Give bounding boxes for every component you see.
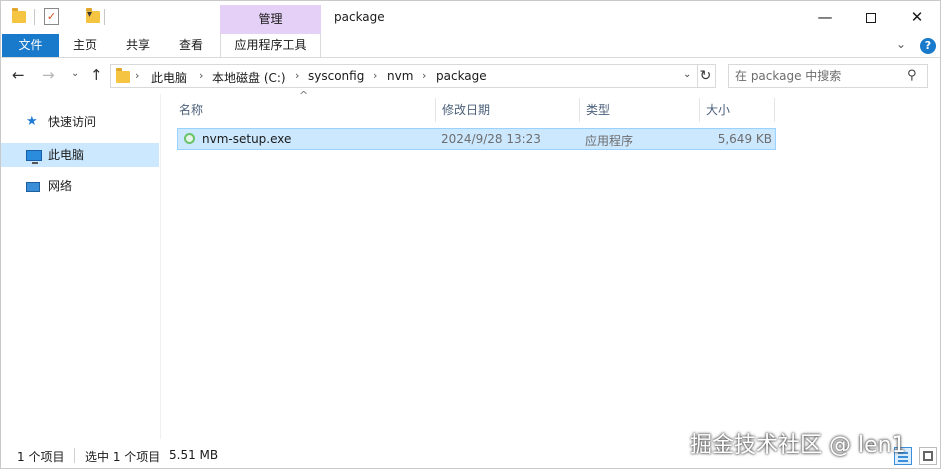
recent-locations-icon[interactable]: ⌄ <box>71 68 79 79</box>
tab-view[interactable]: 查看 <box>169 34 213 57</box>
node-installer-icon <box>184 133 195 144</box>
watermark: 掘金技术社区 @ len1 <box>690 433 906 458</box>
search-box[interactable]: ⚲ <box>728 64 928 88</box>
file-list: ^ 名称 修改日期 类型 大小 nvm-setup.exe 2024/9/28 … <box>162 89 940 439</box>
search-input[interactable] <box>735 68 905 84</box>
up-arrow-icon[interactable]: ↑ <box>90 66 103 84</box>
folder-icon <box>116 68 130 83</box>
maximize-icon <box>866 12 876 23</box>
selected-size: 5.51 MB <box>169 448 219 462</box>
file-row[interactable]: nvm-setup.exe 2024/9/28 13:23 应用程序 5,649… <box>177 128 776 150</box>
breadcrumb-separator[interactable]: › <box>199 69 203 82</box>
file-name: nvm-setup.exe <box>202 132 292 146</box>
file-size: 5,649 KB <box>717 132 772 146</box>
nav-item-label: 此电脑 <box>48 148 85 162</box>
breadcrumb-package[interactable]: package <box>436 69 487 83</box>
tab-manage[interactable]: 管理 <box>220 5 321 34</box>
star-icon: ★ <box>26 114 38 129</box>
ribbon-tabs: 文件 主页 共享 查看 应用程序工具 ⌄ ? <box>1 34 940 58</box>
nav-item-label: 快速访问 <box>48 115 97 129</box>
navigation-bar: ← → ⌄ ↑ › 此电脑 › 本地磁盘 (C:) › sysconfig › … <box>1 58 940 94</box>
customize-toolbar-icon[interactable]: ▾ <box>87 9 92 29</box>
column-header-date[interactable]: 修改日期 <box>435 98 579 122</box>
breadcrumb-this-pc[interactable]: 此电脑 <box>151 69 187 86</box>
breadcrumb-separator[interactable]: › <box>373 69 377 82</box>
minimize-button[interactable]: — <box>802 1 848 33</box>
title-bar: ✓ ▾ 管理 package — ✕ <box>1 1 940 34</box>
nav-item-label: 网络 <box>48 179 73 193</box>
file-date: 2024/9/28 13:23 <box>441 132 541 146</box>
folder-icon[interactable] <box>12 8 26 23</box>
nav-item-network[interactable]: 网络 <box>1 174 159 198</box>
nav-item-this-pc[interactable]: 此电脑 <box>1 143 159 167</box>
breadcrumb-separator[interactable]: › <box>295 69 299 82</box>
selected-count: 选中 1 个项目 <box>85 450 161 464</box>
tab-home[interactable]: 主页 <box>63 34 107 57</box>
tab-application-tools[interactable]: 应用程序工具 <box>220 34 321 57</box>
breadcrumb-nvm[interactable]: nvm <box>387 69 413 83</box>
properties-icon[interactable]: ✓ <box>44 8 59 25</box>
file-type: 应用程序 <box>585 134 634 148</box>
navigation-pane: ★ 快速访问 此电脑 网络 <box>1 94 161 439</box>
quick-access-divider <box>104 9 105 25</box>
chevron-down-icon[interactable]: ⌄ <box>683 69 691 80</box>
tab-file[interactable]: 文件 <box>2 34 59 57</box>
status-divider <box>74 448 75 463</box>
nav-item-quick-access[interactable]: ★ 快速访问 <box>1 110 159 134</box>
maximize-button[interactable] <box>848 1 894 33</box>
column-header-name[interactable]: 名称 <box>179 98 435 122</box>
address-bar[interactable]: › 此电脑 › 本地磁盘 (C:) › sysconfig › nvm › pa… <box>110 64 698 88</box>
column-header-type[interactable]: 类型 <box>579 98 699 122</box>
column-header-size[interactable]: 大小 <box>699 98 775 122</box>
explorer-window: ✓ ▾ 管理 package — ✕ 文件 主页 共享 查看 应用程序工具 ⌄ … <box>0 0 941 469</box>
forward-arrow-icon[interactable]: → <box>42 66 55 84</box>
breadcrumb-separator[interactable]: › <box>422 69 426 82</box>
close-button[interactable]: ✕ <box>894 1 940 33</box>
quick-access-divider <box>34 9 35 25</box>
search-icon[interactable]: ⚲ <box>907 68 917 83</box>
tab-share[interactable]: 共享 <box>115 34 161 57</box>
large-icons-view-icon[interactable] <box>919 447 937 465</box>
window-title: package <box>334 10 385 24</box>
back-arrow-icon[interactable]: ← <box>12 66 25 84</box>
help-icon[interactable]: ? <box>920 38 936 54</box>
network-icon <box>26 174 40 198</box>
breadcrumb-sysconfig[interactable]: sysconfig <box>308 69 364 83</box>
refresh-icon[interactable]: ↻ <box>696 64 716 88</box>
breadcrumb-separator[interactable]: › <box>135 69 139 82</box>
expand-ribbon-icon[interactable]: ⌄ <box>896 37 906 51</box>
computer-icon <box>26 143 42 167</box>
item-count: 1 个项目 <box>17 450 65 464</box>
breadcrumb-local-disk[interactable]: 本地磁盘 (C:) <box>212 69 286 86</box>
